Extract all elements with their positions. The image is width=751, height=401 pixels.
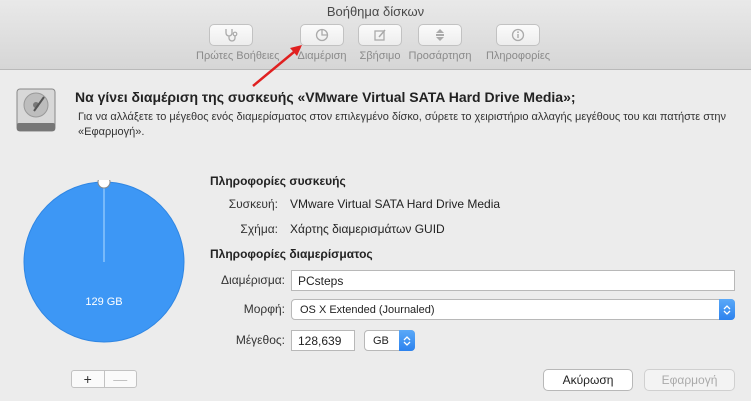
scheme-value: Χάρτης διαμερισμάτων GUID xyxy=(290,222,445,236)
add-remove-control: + — xyxy=(71,370,137,388)
size-label: Μέγεθος: xyxy=(235,333,285,347)
partition-pie-chart[interactable]: 129 GB xyxy=(22,180,186,344)
size-unit-select[interactable]: GB xyxy=(364,330,415,351)
page-title: Να γίνει διαμέριση της συσκευής «VMware … xyxy=(75,89,576,105)
toolbar: Βοήθημα δίσκων Πρώτες Βοήθειες Διαμέριση xyxy=(0,0,751,70)
format-select[interactable]: OS X Extended (Journaled) xyxy=(291,299,735,320)
info-label: Πληροφορίες xyxy=(485,50,551,62)
mount-label: Προσάρτηση xyxy=(408,50,472,62)
info-button[interactable]: Πληροφορίες xyxy=(482,24,554,66)
disk-utility-window: Βοήθημα δίσκων Πρώτες Βοήθειες Διαμέριση xyxy=(0,0,751,401)
partition-name-field[interactable]: PCsteps xyxy=(291,270,735,291)
erase-label: Σβήσιμο xyxy=(359,50,401,62)
mount-icon xyxy=(436,29,444,41)
resize-handle[interactable] xyxy=(97,180,111,189)
add-partition-button[interactable]: + xyxy=(72,371,104,387)
size-field[interactable]: 128,639 xyxy=(291,330,355,351)
format-value: OS X Extended (Journaled) xyxy=(300,304,435,316)
instruction-text: Για να αλλάξετε το μέγεθος ενός διαμερίσ… xyxy=(78,111,726,138)
info-icon xyxy=(511,28,525,42)
partition-size-label: 129 GB xyxy=(85,296,122,308)
device-value: VMware Virtual SATA Hard Drive Media xyxy=(290,197,501,211)
window-title: Βοήθημα δίσκων xyxy=(326,4,425,19)
chevron-updown-icon xyxy=(399,330,415,351)
hard-drive-icon xyxy=(16,88,56,132)
cancel-button[interactable]: Ακύρωση xyxy=(543,369,633,391)
device-info-title: Πληροφορίες συσκευής xyxy=(210,174,346,188)
apply-button[interactable]: Εφαρμογή xyxy=(644,369,735,391)
annotation-arrow-icon xyxy=(252,45,302,87)
stethoscope-icon xyxy=(225,29,238,42)
partition-icon xyxy=(315,28,329,42)
device-label: Συσκευή: xyxy=(228,197,278,211)
scheme-label: Σχήμα: xyxy=(240,222,278,236)
partition-info-title: Πληροφορίες διαμερίσματος xyxy=(210,247,373,261)
partition-label: Διαμέρισμα: xyxy=(221,273,285,287)
mount-button[interactable]: Προσάρτηση xyxy=(405,24,475,66)
erase-icon xyxy=(374,29,386,41)
erase-button[interactable]: Σβήσιμο xyxy=(350,24,410,66)
chevron-updown-icon xyxy=(719,299,735,320)
size-unit-value: GB xyxy=(373,335,389,347)
format-label: Μορφή: xyxy=(243,302,285,316)
remove-partition-button[interactable]: — xyxy=(103,371,137,387)
